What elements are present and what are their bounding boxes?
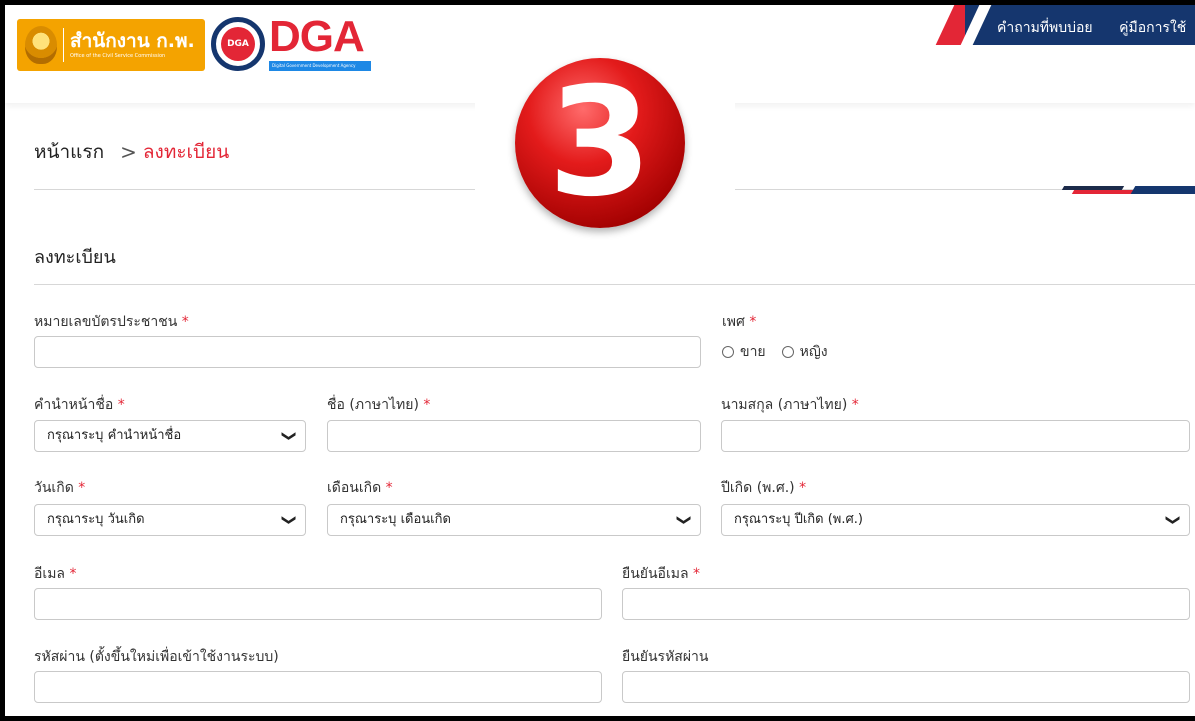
birth-year-label: ปีเกิด (พ.ศ.) * xyxy=(721,480,807,496)
logo-divider xyxy=(63,28,64,62)
birth-month-select[interactable]: กรุณาระบุ เดือนเกิด ❯ xyxy=(327,504,701,536)
gender-female-radio[interactable] xyxy=(781,346,794,358)
last-name-input[interactable] xyxy=(721,420,1190,452)
ocsc-logo-title: สำนักงาน ก.พ. xyxy=(70,29,195,52)
ocsc-seal-icon xyxy=(25,26,57,64)
gender-male-radio[interactable] xyxy=(722,346,734,358)
form-title: ลงทะเบียน xyxy=(34,247,116,268)
email-label: อีเมล * xyxy=(34,566,77,582)
breadcrumb: หน้าแรก > ลงทะเบียน xyxy=(34,137,229,167)
birth-day-select[interactable]: กรุณาระบุ วันเกิด ❯ xyxy=(34,504,306,536)
breadcrumb-home[interactable]: หน้าแรก xyxy=(34,137,104,167)
first-name-label: ชื่อ (ภาษาไทย) * xyxy=(327,397,431,413)
ocsc-logo-text: สำนักงาน ก.พ. Office of the Civil Servic… xyxy=(70,29,195,59)
password-label: รหัสผ่าน (ตั้งขึ้นใหม่เพื่อเข้าใช้งานระบ… xyxy=(34,649,279,665)
form-title-divider xyxy=(34,284,1195,285)
chevron-down-icon: ❯ xyxy=(676,514,693,526)
last-name-label: นามสกุล (ภาษาไทย) * xyxy=(721,397,859,413)
gender-male-label: ขาย xyxy=(740,344,766,360)
first-name-input[interactable] xyxy=(327,420,701,452)
ocsc-logo[interactable]: สำนักงาน ก.พ. Office of the Civil Servic… xyxy=(17,19,205,71)
top-nav-links: คำถามที่พบบ่อย คู่มือการใช้ xyxy=(997,17,1195,39)
ocsc-logo-subtitle: Office of the Civil Service Commission xyxy=(70,52,166,59)
chevron-down-icon: ❯ xyxy=(281,514,298,526)
id-card-input[interactable] xyxy=(34,336,701,368)
email-confirm-input[interactable] xyxy=(622,588,1190,620)
chevron-down-icon: ❯ xyxy=(1165,514,1182,526)
decorative-stripe xyxy=(1061,186,1195,194)
id-card-label: หมายเลขบัตรประชาชน * xyxy=(34,314,189,330)
breadcrumb-current: ลงทะเบียน xyxy=(142,141,230,163)
birth-day-label: วันเกิด * xyxy=(34,480,86,496)
email-confirm-label: ยืนยันอีเมล * xyxy=(622,566,701,582)
password-input[interactable] xyxy=(34,671,602,703)
prefix-label: คำนำหน้าชื่อ * xyxy=(34,397,125,413)
dga-emblem-icon: DGA xyxy=(211,17,265,71)
breadcrumb-separator-icon: > xyxy=(120,140,137,164)
page-frame: สำนักงาน ก.พ. Office of the Civil Servic… xyxy=(5,5,1195,716)
dga-logo-text: DGA xyxy=(269,12,365,61)
password-confirm-input[interactable] xyxy=(622,671,1190,703)
gender-label: เพศ * xyxy=(722,314,757,330)
step-number-badge: 3 xyxy=(515,58,685,228)
dga-logo-subtext: Digital Government Development Agency xyxy=(269,61,371,71)
prefix-select[interactable]: กรุณาระบุ คำนำหน้าชื่อ ❯ xyxy=(34,420,306,452)
chevron-down-icon: ❯ xyxy=(281,430,298,442)
email-input[interactable] xyxy=(34,588,602,620)
birth-year-select[interactable]: กรุณาระบุ ปีเกิด (พ.ศ.) ❯ xyxy=(721,504,1190,536)
gender-female-label: หญิง xyxy=(799,344,828,360)
birth-month-label: เดือนเกิด * xyxy=(327,480,393,496)
nav-manual-link[interactable]: คู่มือการใช้ xyxy=(1119,20,1186,36)
gender-radio-group: ขาย หญิง xyxy=(722,341,844,363)
nav-faq-link[interactable]: คำถามที่พบบ่อย xyxy=(997,20,1093,36)
dga-logo[interactable]: DGA DGA Digital Government Development A… xyxy=(211,12,371,75)
password-confirm-label: ยืนยันรหัสผ่าน xyxy=(622,649,709,665)
